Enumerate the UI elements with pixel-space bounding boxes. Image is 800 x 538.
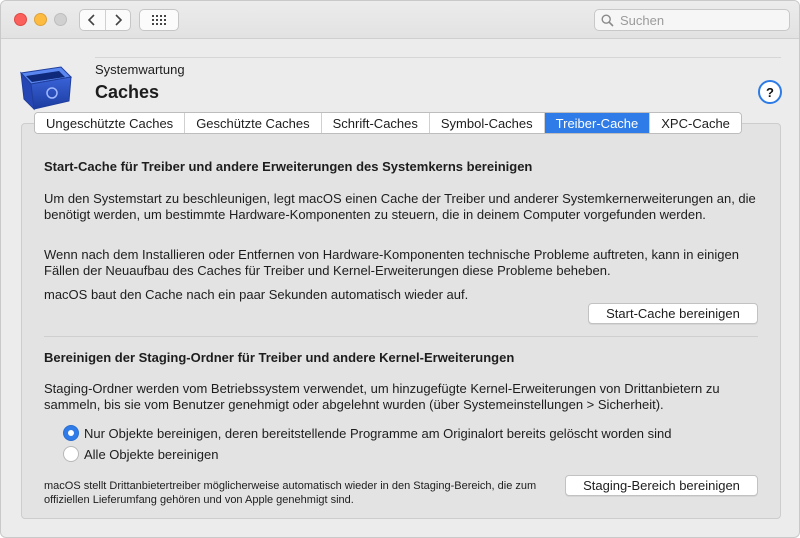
page-subtitle: Systemwartung bbox=[95, 62, 185, 77]
tab-symbol-caches[interactable]: Symbol-Caches bbox=[428, 113, 544, 133]
title-bar bbox=[1, 1, 799, 39]
grid-icon bbox=[152, 15, 166, 25]
section-heading-staging: Bereinigen der Staging-Ordner für Treibe… bbox=[44, 350, 515, 365]
radio-option-orphaned[interactable]: Nur Objekte bereinigen, deren bereitstel… bbox=[63, 425, 671, 441]
radio-button-all[interactable] bbox=[63, 446, 79, 462]
show-all-button[interactable] bbox=[139, 9, 179, 31]
navigation-buttons bbox=[79, 9, 131, 31]
start-cache-description: Um den Systemstart zu beschleunigen, leg… bbox=[44, 191, 756, 222]
close-window-button[interactable] bbox=[14, 13, 27, 26]
tab-geschuetzte-caches[interactable]: Geschützte Caches bbox=[184, 113, 321, 133]
section-divider bbox=[44, 336, 758, 337]
search-icon bbox=[601, 13, 614, 27]
section-heading-start-cache: Start-Cache für Treiber und andere Erwei… bbox=[44, 159, 533, 174]
clear-staging-button[interactable]: Staging-Bereich bereinigen bbox=[565, 475, 758, 496]
back-button[interactable] bbox=[80, 10, 105, 30]
tab-schrift-caches[interactable]: Schrift-Caches bbox=[320, 113, 429, 133]
help-button[interactable]: ? bbox=[758, 80, 782, 104]
header-divider bbox=[95, 57, 781, 58]
search-field[interactable] bbox=[594, 9, 790, 31]
tab-bar: Ungeschützte Caches Geschützte Caches Sc… bbox=[34, 112, 742, 134]
forward-icon bbox=[115, 14, 122, 26]
radio-label-orphaned: Nur Objekte bereinigen, deren bereitstel… bbox=[84, 425, 672, 441]
radio-button-orphaned[interactable] bbox=[63, 425, 79, 441]
app-window: Systemwartung Caches ? Ungeschützte Cach… bbox=[0, 0, 800, 538]
page-title: Caches bbox=[95, 82, 160, 102]
radio-option-all[interactable]: Alle Objekte bereinigen bbox=[63, 446, 218, 462]
tab-ungeschuetzte-caches[interactable]: Ungeschützte Caches bbox=[35, 113, 185, 133]
blue-bin-icon bbox=[20, 66, 73, 111]
staging-description: Staging-Ordner werden vom Betriebssystem… bbox=[44, 381, 720, 412]
minimize-window-button[interactable] bbox=[34, 13, 47, 26]
back-icon bbox=[88, 14, 95, 26]
start-cache-note: macOS baut den Cache nach ein paar Sekun… bbox=[44, 287, 469, 302]
tab-treiber-cache[interactable]: Treiber-Cache bbox=[543, 113, 650, 133]
zoom-window-button bbox=[54, 13, 67, 26]
start-cache-hint: Wenn nach dem Installieren oder Entferne… bbox=[44, 247, 739, 278]
radio-label-all: Alle Objekte bereinigen bbox=[84, 446, 219, 462]
tab-xpc-cache[interactable]: XPC-Cache bbox=[649, 113, 741, 133]
staging-footnote: macOS stellt Drittanbietertreiber möglic… bbox=[44, 480, 537, 506]
search-input[interactable] bbox=[618, 11, 778, 29]
forward-button[interactable] bbox=[104, 10, 131, 30]
clear-start-cache-button[interactable]: Start-Cache bereinigen bbox=[588, 303, 758, 324]
